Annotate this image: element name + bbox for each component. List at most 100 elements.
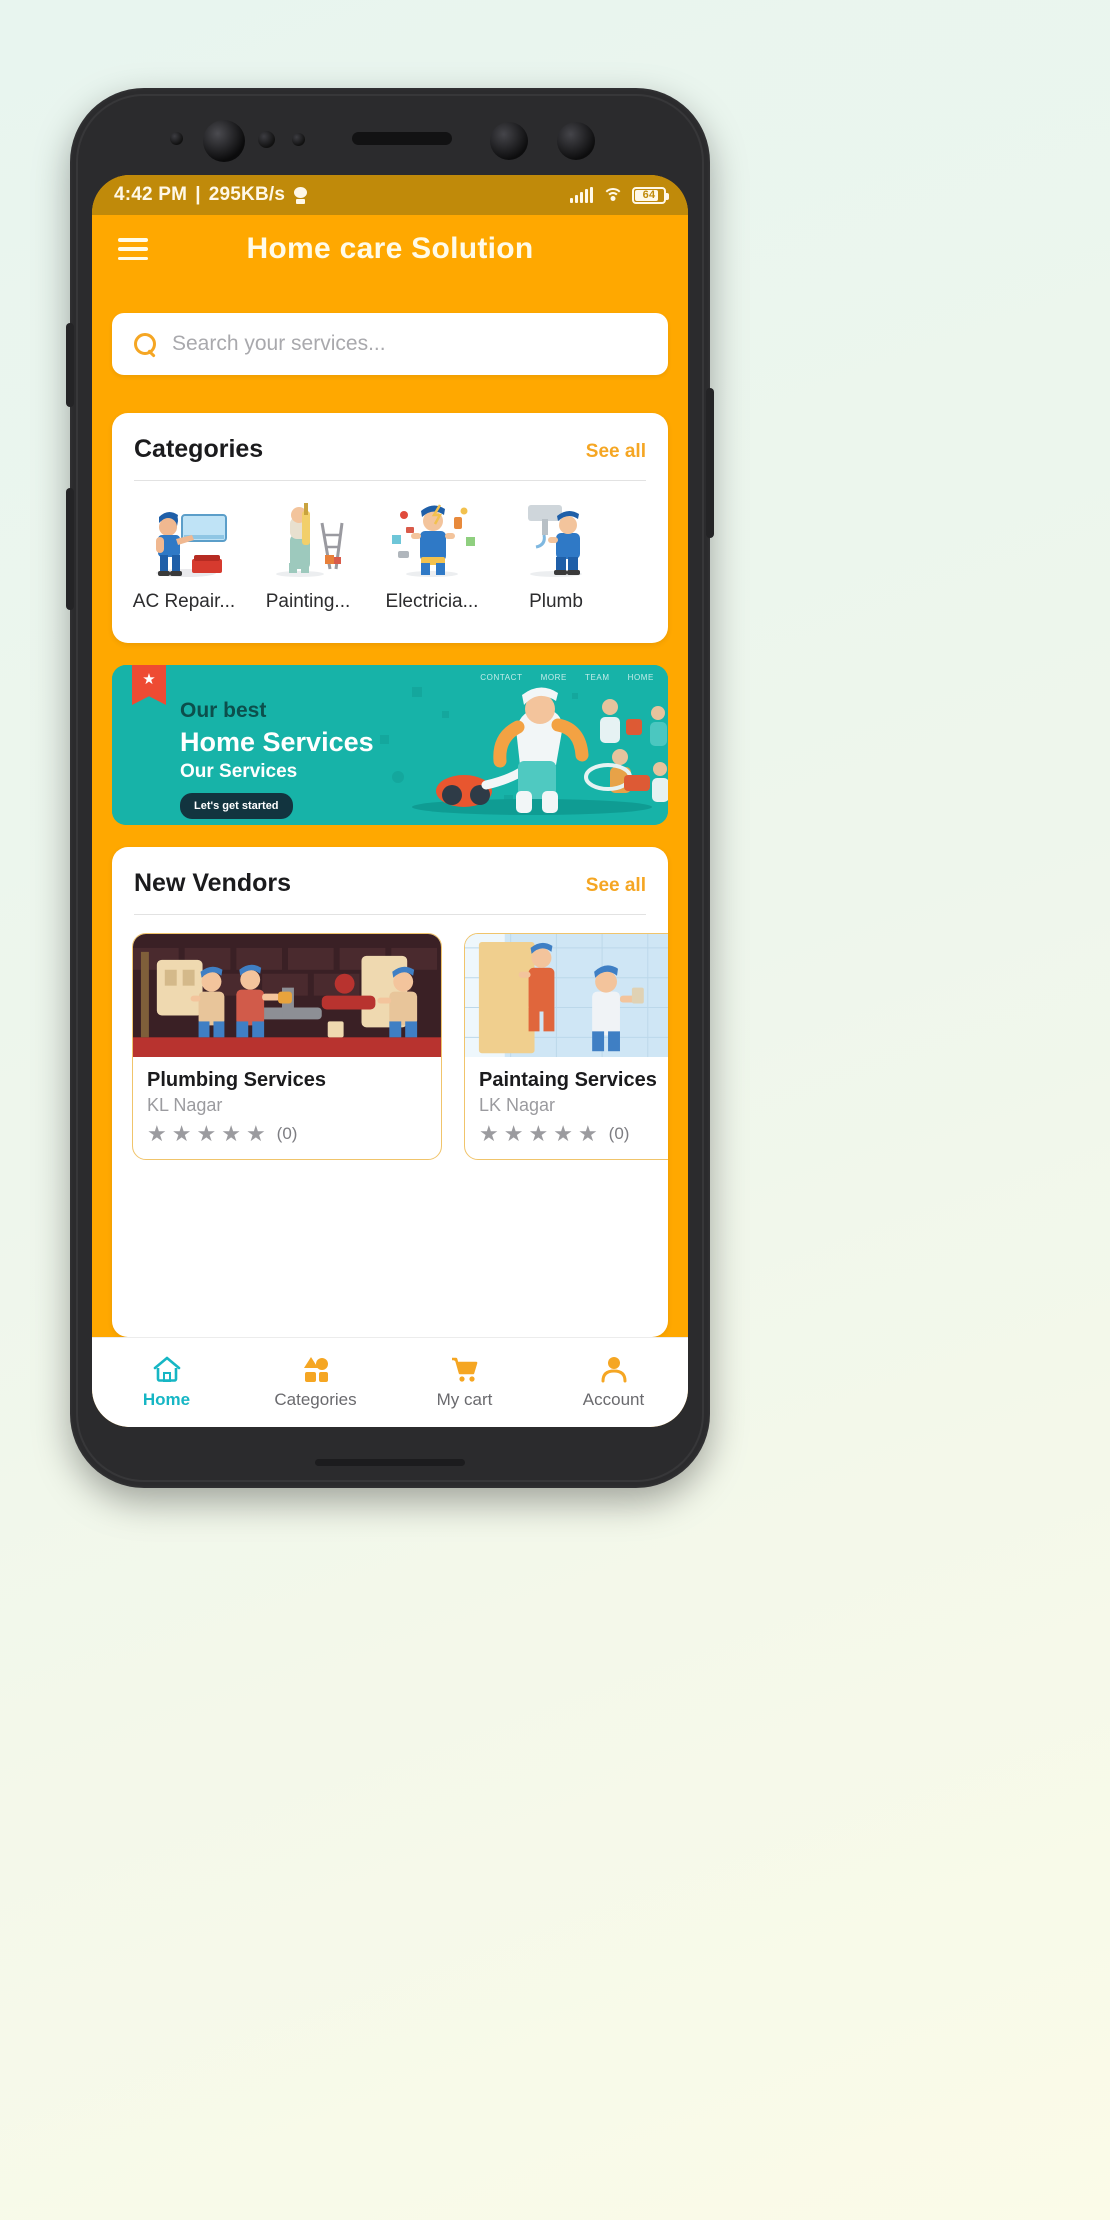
category-label: AC Repair...: [132, 591, 236, 612]
star-icon[interactable]: ★: [504, 1123, 524, 1145]
status-bar-left: 4:42 PM | 295KB/s: [114, 184, 308, 206]
banner-nav-links: CONTACT MORE TEAM HOME: [480, 673, 654, 682]
category-item-plumbing[interactable]: Plumb: [494, 497, 618, 613]
nav-label: My cart: [436, 1390, 493, 1409]
hamburger-menu-icon[interactable]: [118, 238, 148, 260]
star-icon[interactable]: ★: [246, 1123, 266, 1145]
vendor-info: Paintaing Services LK Nagar ★ ★ ★ ★ ★ (0…: [465, 1058, 668, 1159]
search-bar[interactable]: Search your services...: [112, 313, 668, 375]
categories-icon: [301, 1355, 331, 1383]
category-label: Plumb: [529, 591, 583, 612]
plumbing-icon: [504, 497, 608, 581]
camera-icon: [557, 122, 595, 160]
rating-count: (0): [276, 1124, 298, 1143]
categories-see-all-link[interactable]: See all: [586, 441, 646, 463]
status-bar-right: 64: [570, 186, 669, 204]
ac-repair-icon: [132, 497, 236, 581]
nav-label: Account: [582, 1390, 645, 1409]
category-label: Electricia...: [385, 591, 479, 612]
categories-list[interactable]: AC Repair... Painting... Electricia... P…: [112, 481, 668, 613]
page-title: Home care Solution: [246, 232, 534, 265]
vendor-location: KL Nagar: [147, 1095, 223, 1115]
network-activity-icon: [293, 186, 308, 204]
power-button[interactable]: [706, 388, 714, 538]
vendor-card[interactable]: Paintaing Services LK Nagar ★ ★ ★ ★ ★ (0…: [464, 933, 668, 1160]
categories-card: Categories See all AC Repair... Painting…: [112, 413, 668, 643]
vendor-rating[interactable]: ★ ★ ★ ★ ★ (0): [147, 1123, 427, 1145]
banner-nav-link: TEAM: [584, 673, 610, 682]
app-bar: Home care Solution: [92, 215, 688, 283]
home-icon: [152, 1355, 182, 1383]
nav-label: Categories: [274, 1390, 357, 1409]
category-label: Painting...: [265, 591, 351, 612]
category-item-electrician[interactable]: Electricia...: [370, 497, 494, 613]
status-time: 4:42 PM: [114, 184, 188, 205]
shopping-cart-icon: [450, 1355, 480, 1383]
banner-nav-link: MORE: [540, 673, 567, 682]
vendors-title: New Vendors: [134, 869, 291, 897]
status-bar: 4:42 PM | 295KB/s 64: [92, 175, 688, 215]
electrician-icon: [380, 497, 484, 581]
battery-level-label: 64: [642, 189, 656, 201]
category-item-painting[interactable]: Painting...: [246, 497, 370, 613]
sensor-icon: [292, 133, 305, 146]
category-item-ac-repair[interactable]: AC Repair...: [122, 497, 246, 613]
star-icon[interactable]: ★: [147, 1123, 167, 1145]
volume-up-button[interactable]: [66, 323, 74, 407]
star-icon[interactable]: ★: [528, 1123, 548, 1145]
wifi-icon: [602, 187, 623, 203]
vendor-location: LK Nagar: [479, 1095, 556, 1115]
nav-label: Home: [142, 1390, 191, 1409]
sensor-icon: [258, 131, 275, 148]
new-vendors-card: New Vendors See all Plumbing Services KL…: [112, 847, 668, 1337]
battery-icon: 64: [632, 186, 669, 204]
banner-line-2: Home Services: [180, 727, 374, 757]
search-input[interactable]: Search your services...: [172, 332, 386, 356]
app-screen: 4:42 PM | 295KB/s 64 Home care Solution …: [92, 175, 688, 1427]
vendor-card[interactable]: Plumbing Services KL Nagar ★ ★ ★ ★ ★ (0): [132, 933, 442, 1160]
nav-item-account[interactable]: Account: [539, 1355, 688, 1410]
star-icon[interactable]: ★: [196, 1123, 216, 1145]
search-icon: [134, 333, 156, 355]
status-separator: |: [195, 184, 201, 205]
sensor-icon: [170, 132, 183, 145]
nav-item-categories[interactable]: Categories: [241, 1355, 390, 1410]
banner-nav-link: CONTACT: [480, 673, 523, 682]
bottom-navigation-bar: Home Categories My cart Account: [92, 1337, 688, 1427]
plumbing-workers-illustration: [133, 934, 441, 1058]
vendor-info: Plumbing Services KL Nagar ★ ★ ★ ★ ★ (0): [133, 1058, 441, 1159]
banner-nav-link: HOME: [627, 673, 654, 682]
categories-header: Categories See all: [112, 413, 668, 464]
front-camera-icon: [203, 120, 245, 162]
categories-title: Categories: [134, 435, 264, 463]
banner-cta-button[interactable]: Let's get started: [180, 793, 293, 819]
star-icon[interactable]: ★: [172, 1123, 192, 1145]
nav-item-my-cart[interactable]: My cart: [390, 1355, 539, 1410]
camera-icon: [490, 122, 528, 160]
banner-line-3: Our Services: [180, 761, 298, 782]
vendor-name: Plumbing Services: [147, 1069, 326, 1091]
home-indicator: [315, 1459, 465, 1466]
star-icon[interactable]: ★: [479, 1123, 499, 1145]
star-icon[interactable]: ★: [221, 1123, 241, 1145]
status-network-speed: 295KB/s: [208, 184, 286, 205]
star-icon[interactable]: ★: [578, 1123, 598, 1145]
rating-count: (0): [608, 1124, 630, 1143]
vendors-header: New Vendors See all: [112, 847, 668, 898]
main-content: Search your services... Categories See a…: [92, 283, 688, 1337]
nav-item-home[interactable]: Home: [92, 1355, 241, 1410]
star-icon[interactable]: ★: [553, 1123, 573, 1145]
banner-line-1: Our best: [180, 699, 267, 722]
cellular-signal-icon: [570, 187, 593, 203]
painting-icon: [256, 497, 360, 581]
promo-banner[interactable]: ★ CONTACT MORE TEAM HOME Our best Home S…: [112, 665, 668, 825]
volume-down-button[interactable]: [66, 488, 74, 610]
painting-workers-illustration: [465, 934, 668, 1058]
vendors-see-all-link[interactable]: See all: [586, 875, 646, 897]
account-person-icon: [599, 1355, 629, 1383]
phone-device-frame: 4:42 PM | 295KB/s 64 Home care Solution …: [66, 88, 714, 1488]
vendor-name: Paintaing Services: [479, 1069, 657, 1091]
earpiece-speaker: [352, 132, 452, 145]
vendors-list[interactable]: Plumbing Services KL Nagar ★ ★ ★ ★ ★ (0): [112, 915, 668, 1160]
vendor-rating[interactable]: ★ ★ ★ ★ ★ (0): [479, 1123, 668, 1145]
